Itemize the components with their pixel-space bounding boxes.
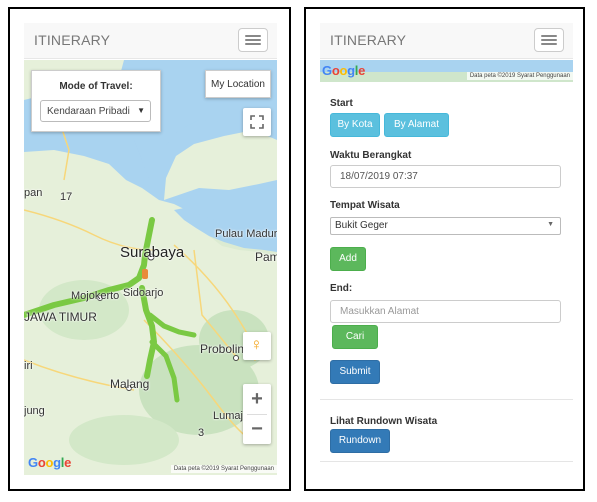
navbar: ITINERARY [24, 23, 277, 59]
left-screenshot-frame: ITINERARY 17 pan Pulau Madur Pa Surabaya… [8, 7, 291, 491]
map-label-sidoarjo: Sidoarjo [123, 287, 164, 299]
tempat-wisata-label: Tempat Wisata [330, 200, 400, 211]
hamburger-icon-bar [541, 39, 557, 41]
dropdown-arrow-icon: ▼ [547, 221, 554, 228]
fullscreen-button[interactable] [243, 108, 271, 136]
submit-button[interactable]: Submit [330, 360, 380, 384]
google-logo[interactable]: Google [322, 63, 365, 78]
section-divider [320, 461, 573, 462]
start-label: Start [330, 98, 353, 109]
departure-time-input[interactable]: 18/07/2019 07:37 [330, 165, 561, 188]
add-button[interactable]: Add [330, 247, 366, 271]
tourist-place-select[interactable]: Bukit Geger ▼ [330, 217, 561, 235]
mode-of-travel-panel: Mode of Travel: Kendaraan Pribadi ▼ [31, 70, 161, 132]
zoom-in-button[interactable]: + [243, 384, 271, 414]
tourist-place-value: Bukit Geger [335, 220, 388, 231]
google-logo-letter: o [339, 63, 348, 78]
mode-of-travel-title: Mode of Travel: [59, 81, 133, 92]
navbar: ITINERARY [320, 23, 573, 59]
rundown-heading: Lihat Rundown Wisata [330, 416, 438, 427]
map-label-jawa-timur: JAWA TIMUR [24, 310, 97, 324]
google-logo[interactable]: Google [28, 455, 71, 470]
google-logo-letter: e [358, 63, 366, 78]
menu-toggle-button[interactable] [534, 28, 564, 52]
zoom-out-button[interactable]: − [243, 414, 271, 444]
cari-button[interactable]: Cari [332, 325, 378, 349]
street-view-pegman-button[interactable]: ♀ [243, 332, 271, 360]
rundown-button[interactable]: Rundown [330, 429, 390, 453]
by-alamat-button[interactable]: By Alamat [384, 113, 449, 137]
right-screenshot-frame: ITINERARY Google Data peta ©2019 Syarat … [304, 7, 585, 491]
map-label-pulau-madura: Pulau Madur [215, 228, 277, 240]
end-label: End: [330, 283, 353, 294]
section-divider [320, 399, 573, 400]
left-app-view: ITINERARY 17 pan Pulau Madur Pa Surabaya… [24, 23, 277, 475]
by-kota-button[interactable]: By Kota [330, 113, 380, 137]
map-label-jombang: pan [24, 187, 43, 199]
road-shield-3: 3 [198, 427, 205, 439]
map-attribution[interactable]: Data peta ©2019 Syarat Penggunaan [170, 465, 277, 473]
waktu-berangkat-label: Waktu Berangkat [330, 150, 412, 161]
pegman-icon: ♀ [250, 335, 263, 354]
google-logo-letter: o [45, 455, 54, 470]
right-app-view: ITINERARY Google Data peta ©2019 Syarat … [320, 23, 573, 475]
map-strip[interactable]: Google Data peta ©2019 Syarat Penggunaan [320, 60, 573, 82]
google-logo-letter: e [64, 455, 72, 470]
fullscreen-icon [250, 115, 264, 129]
menu-toggle-button[interactable] [238, 28, 268, 52]
end-address-input[interactable]: Masukkan Alamat [330, 300, 561, 323]
google-logo-letter: G [322, 63, 332, 78]
mode-of-travel-value: Kendaraan Pribadi [47, 106, 130, 117]
map-label-kediri: iri [24, 360, 33, 372]
navbar-brand[interactable]: ITINERARY [330, 32, 406, 48]
hamburger-icon-bar [245, 39, 261, 41]
google-logo-letter: G [28, 455, 38, 470]
map-label-tulungagung: jung [24, 405, 45, 417]
map-attribution[interactable]: Data peta ©2019 Syarat Penggunaan [466, 72, 573, 80]
hamburger-icon-bar [245, 43, 261, 45]
hamburger-icon-bar [541, 43, 557, 45]
road-number: 17 [60, 191, 73, 203]
map-label-surabaya: Surabaya [120, 244, 185, 261]
map-label-mojokerto: Mojokerto [71, 290, 120, 302]
mode-of-travel-select[interactable]: Kendaraan Pribadi ▼ [40, 100, 151, 122]
hamburger-icon-bar [245, 35, 261, 37]
google-logo-letter: g [53, 455, 61, 470]
map-label-pamekasan: Pam [255, 250, 277, 264]
google-logo-letter: g [347, 63, 355, 78]
my-location-button[interactable]: My Location [205, 70, 271, 98]
navbar-brand[interactable]: ITINERARY [34, 32, 110, 48]
map-label-malang: Malang [110, 377, 150, 391]
road-shield-17: 17 [60, 191, 72, 203]
route-map[interactable]: 17 pan Pulau Madur Pam Surabaya Mojokert… [24, 60, 277, 475]
zoom-control: + − [243, 384, 271, 444]
dropdown-arrow-icon: ▼ [137, 106, 145, 115]
hamburger-icon-bar [541, 35, 557, 37]
